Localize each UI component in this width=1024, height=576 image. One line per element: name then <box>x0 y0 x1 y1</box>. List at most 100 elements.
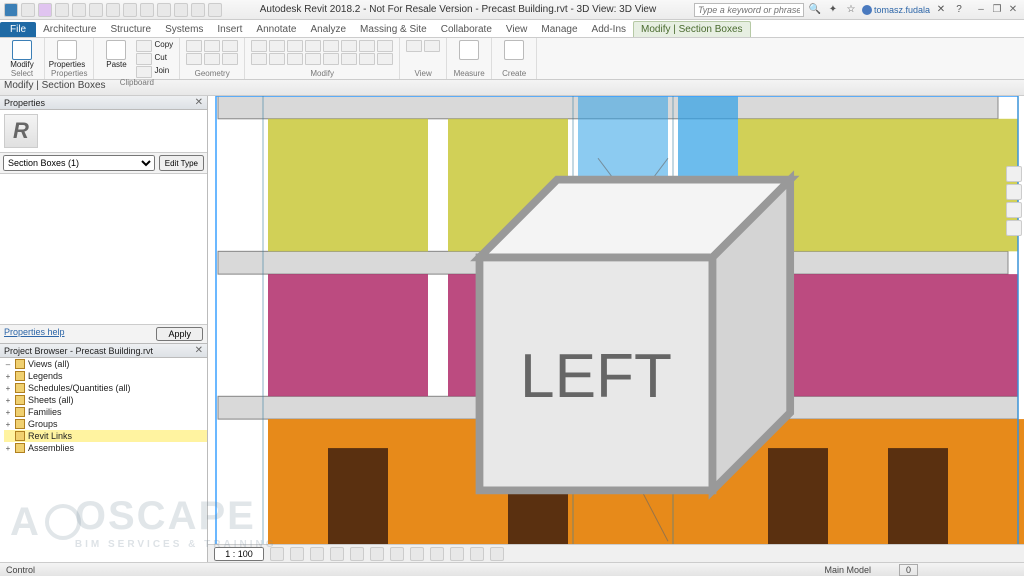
select-links-icon[interactable] <box>926 564 938 576</box>
shadows-icon[interactable] <box>330 547 344 561</box>
steering-wheel-icon[interactable] <box>1006 166 1022 182</box>
modify-tool[interactable] <box>323 40 339 52</box>
tab-annotate[interactable]: Annotate <box>249 22 303 37</box>
detail-level-icon[interactable] <box>270 547 284 561</box>
view-cube[interactable]: LEFT <box>208 102 1004 562</box>
geom-btn[interactable] <box>186 40 202 52</box>
crop-icon[interactable] <box>370 547 384 561</box>
browser-node[interactable]: –Views (all) <box>4 358 207 370</box>
qat-button[interactable] <box>191 3 205 17</box>
qat-button[interactable] <box>208 3 222 17</box>
close-icon[interactable]: ✕ <box>195 345 203 356</box>
select-underlay-icon[interactable] <box>946 564 958 576</box>
zoom-icon[interactable] <box>1006 202 1022 218</box>
minimize-button[interactable]: – <box>974 3 988 17</box>
modify-tool[interactable] <box>341 53 357 65</box>
pan-icon[interactable] <box>1006 184 1022 200</box>
geom-btn[interactable] <box>222 53 238 65</box>
browser-node[interactable]: +Legends <box>4 370 207 382</box>
close-icon[interactable]: ✕ <box>195 97 203 108</box>
modify-tool[interactable] <box>377 53 393 65</box>
sun-path-icon[interactable] <box>310 547 324 561</box>
properties-button[interactable]: Properties <box>51 40 83 69</box>
copy-button[interactable] <box>136 53 152 65</box>
browser-node[interactable]: +Families <box>4 406 207 418</box>
modify-tool[interactable] <box>341 40 357 52</box>
scale-input[interactable] <box>214 547 264 561</box>
visual-style-icon[interactable] <box>290 547 304 561</box>
tab-collaborate[interactable]: Collaborate <box>434 22 499 37</box>
modify-tool[interactable] <box>305 53 321 65</box>
tab-modify-contextual[interactable]: Modify | Section Boxes <box>633 21 751 37</box>
tab-manage[interactable]: Manage <box>534 22 584 37</box>
undo-button[interactable] <box>55 3 69 17</box>
tab-massing[interactable]: Massing & Site <box>353 22 434 37</box>
filter-icon[interactable] <box>879 564 891 576</box>
orbit-icon[interactable] <box>1006 220 1022 236</box>
qat-button[interactable] <box>174 3 188 17</box>
subscription-icon[interactable]: ✦ <box>826 3 840 17</box>
modify-tool[interactable] <box>269 40 285 52</box>
modify-tool[interactable] <box>377 40 393 52</box>
drawing-area[interactable]: LEFT <box>208 96 1024 562</box>
properties-grid[interactable] <box>0 174 207 324</box>
modify-tool[interactable] <box>251 40 267 52</box>
modify-tool[interactable] <box>251 53 267 65</box>
restore-button[interactable]: ❐ <box>990 3 1004 17</box>
browser-node[interactable]: +Schedules/Quantities (all) <box>4 382 207 394</box>
geom-btn[interactable] <box>204 40 220 52</box>
qat-button[interactable] <box>157 3 171 17</box>
file-tab[interactable]: File <box>0 22 36 37</box>
modify-tool[interactable] <box>287 53 303 65</box>
help-icon[interactable]: ? <box>952 3 966 17</box>
browser-node[interactable]: +Sheets (all) <box>4 394 207 406</box>
redo-button[interactable] <box>72 3 86 17</box>
crop-region-icon[interactable] <box>390 547 404 561</box>
reveal-hidden-icon[interactable] <box>430 547 444 561</box>
view-tool[interactable] <box>424 40 440 52</box>
tab-view[interactable]: View <box>499 22 535 37</box>
modify-tool[interactable] <box>323 53 339 65</box>
search-icon[interactable]: 🔍 <box>808 3 822 17</box>
exchange-icon[interactable]: ✕ <box>934 3 948 17</box>
geom-btn[interactable] <box>204 53 220 65</box>
paste-button[interactable]: Paste <box>100 40 132 78</box>
modify-tool[interactable] <box>359 40 375 52</box>
star-icon[interactable]: ☆ <box>844 3 858 17</box>
hide-isolate-icon[interactable] <box>410 547 424 561</box>
geom-btn[interactable] <box>186 53 202 65</box>
tab-structure[interactable]: Structure <box>103 22 158 37</box>
qat-button[interactable] <box>140 3 154 17</box>
modify-tool[interactable] <box>305 40 321 52</box>
properties-help-link[interactable]: Properties help <box>4 327 65 341</box>
browser-node[interactable]: +Assemblies <box>4 442 207 454</box>
create-button[interactable] <box>498 40 530 60</box>
apply-button[interactable]: Apply <box>156 327 203 341</box>
constraints-icon[interactable] <box>490 547 504 561</box>
tab-addins[interactable]: Add-Ins <box>585 22 633 37</box>
main-model-label[interactable]: Main Model <box>824 565 871 575</box>
select-pinned-icon[interactable] <box>966 564 978 576</box>
modify-tool[interactable] <box>359 53 375 65</box>
browser-node[interactable]: Revit Links <box>4 430 207 442</box>
close-button[interactable]: ✕ <box>1006 3 1020 17</box>
open-button[interactable] <box>21 3 35 17</box>
cut-button[interactable] <box>136 40 152 52</box>
view-tool[interactable] <box>406 40 422 52</box>
project-browser-title[interactable]: Project Browser - Precast Building.rvt✕ <box>0 344 207 358</box>
modify-tool[interactable] <box>269 53 285 65</box>
print-button[interactable] <box>89 3 103 17</box>
drag-elements-icon[interactable] <box>1006 564 1018 576</box>
rendering-icon[interactable] <box>350 547 364 561</box>
edit-type-button[interactable]: Edit Type <box>159 155 204 171</box>
tab-architecture[interactable]: Architecture <box>36 22 103 37</box>
modify-button[interactable]: Modify <box>6 40 38 69</box>
tab-insert[interactable]: Insert <box>210 22 249 37</box>
qat-button[interactable] <box>123 3 137 17</box>
navigation-bar[interactable] <box>1006 166 1022 238</box>
help-search-input[interactable] <box>694 3 804 17</box>
match-button[interactable] <box>136 66 152 78</box>
browser-node[interactable]: +Groups <box>4 418 207 430</box>
qat-button[interactable] <box>106 3 120 17</box>
modify-tool[interactable] <box>287 40 303 52</box>
